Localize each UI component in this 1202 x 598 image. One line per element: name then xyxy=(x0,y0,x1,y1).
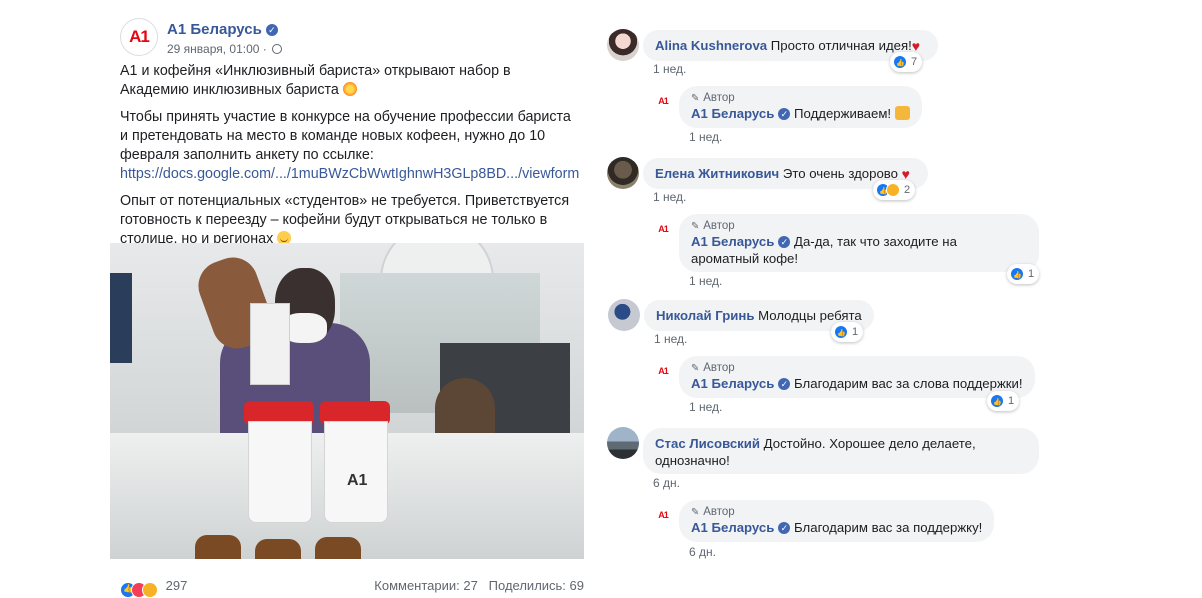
thumbs-up-emoji-icon xyxy=(894,106,910,120)
like-icon xyxy=(990,394,1004,411)
verified-icon: ✓ xyxy=(778,522,791,534)
author-badge: ✎ Автор xyxy=(691,361,1023,375)
comment-time[interactable]: 1 нед. xyxy=(653,62,686,76)
comment-text: Поддерживаем! xyxy=(794,106,892,121)
comment-author[interactable]: Alina Kushnerova xyxy=(655,38,767,53)
page-avatar[interactable]: A1 xyxy=(653,361,673,381)
like-icon xyxy=(1010,267,1024,284)
page-avatar[interactable]: A1 xyxy=(653,505,673,525)
comment-text: Это очень здорово xyxy=(782,166,898,181)
author-badge-label: Автор xyxy=(703,220,735,232)
comment-bubble: Стас Лисовский Достойно. Хорошее дело де… xyxy=(643,428,1039,474)
avatar[interactable] xyxy=(608,299,640,331)
author-badge-label: Автор xyxy=(703,92,735,104)
comment-text: Благодарим вас за поддержку! xyxy=(794,520,983,535)
comment-author[interactable]: A1 Беларусь xyxy=(691,376,774,391)
verified-icon: ✓ xyxy=(778,108,791,120)
comments-section: Alina Kushnerova Просто отличная идея!♥ … xyxy=(0,0,1202,592)
comment-time[interactable]: 1 нед. xyxy=(689,130,722,144)
comment-reaction-count: 1 xyxy=(852,326,859,338)
comment-reactions[interactable]: 1 xyxy=(831,322,864,342)
comment-time[interactable]: 1 нед. xyxy=(654,332,687,346)
comment-reaction-count: 1 xyxy=(1008,395,1015,407)
author-badge: ✎ Автор xyxy=(691,219,1027,233)
like-icon xyxy=(893,55,907,72)
like-icon xyxy=(834,325,848,342)
comment-time[interactable]: 1 нед. xyxy=(689,274,722,288)
comment-author[interactable]: A1 Беларусь xyxy=(691,520,774,535)
pencil-icon: ✎ xyxy=(691,93,700,104)
pencil-icon: ✎ xyxy=(691,363,700,374)
comment-text: Просто отличная идея! xyxy=(770,38,912,53)
avatar[interactable] xyxy=(607,427,639,459)
comment-bubble: ✎ Автор A1 Беларусь ✓ Поддерживаем! xyxy=(679,86,922,128)
verified-icon: ✓ xyxy=(778,378,791,390)
page-avatar[interactable]: A1 xyxy=(653,91,673,111)
comment-author[interactable]: Елена Житникович xyxy=(655,166,779,181)
author-badge-label: Автор xyxy=(703,362,735,374)
comment-reaction-count: 2 xyxy=(904,184,911,196)
verified-icon: ✓ xyxy=(778,236,791,248)
page-avatar[interactable]: A1 xyxy=(653,219,673,239)
comment-reactions[interactable]: 1 xyxy=(1007,264,1040,284)
author-badge: ✎ Автор xyxy=(691,505,982,519)
avatar[interactable] xyxy=(607,157,639,189)
comment-reactions[interactable]: 1 xyxy=(987,391,1020,411)
author-badge: ✎ Автор xyxy=(691,91,910,105)
avatar[interactable] xyxy=(607,29,639,61)
comment-time[interactable]: 6 дн. xyxy=(653,476,680,490)
author-badge-label: Автор xyxy=(703,506,735,518)
pencil-icon: ✎ xyxy=(691,507,700,518)
comment-time[interactable]: 6 дн. xyxy=(689,545,716,559)
pencil-icon: ✎ xyxy=(691,221,700,232)
comment-author[interactable]: Николай Гринь xyxy=(656,308,754,323)
comment-reaction-count: 1 xyxy=(1028,268,1035,280)
comment-reactions[interactable]: 7 xyxy=(890,52,923,72)
comment-bubble: ✎ Автор A1 Беларусь ✓ Благодарим вас за п… xyxy=(679,500,995,542)
comment-reaction-count: 7 xyxy=(911,56,918,68)
comment-author[interactable]: Стас Лисовский xyxy=(655,436,760,451)
comment-text: Благодарим вас за слова поддержки! xyxy=(794,376,1023,391)
wow-icon xyxy=(886,183,900,198)
comment-bubble: ✎ Автор A1 Беларусь ✓ Благодарим вас за с… xyxy=(679,356,1035,398)
heart-emoji-icon: ♥ xyxy=(911,38,921,54)
comment-time[interactable]: 1 нед. xyxy=(653,190,686,204)
comment-bubble: ✎ Автор A1 Беларусь ✓ Да-да, так что захо… xyxy=(679,214,1039,272)
comment-reactions[interactable]: 2 xyxy=(873,180,916,200)
comment-text: Молодцы ребята xyxy=(758,308,862,323)
comment-author[interactable]: A1 Беларусь xyxy=(691,106,774,121)
comment-time[interactable]: 1 нед. xyxy=(689,400,722,414)
comment-author[interactable]: A1 Беларусь xyxy=(691,234,774,249)
